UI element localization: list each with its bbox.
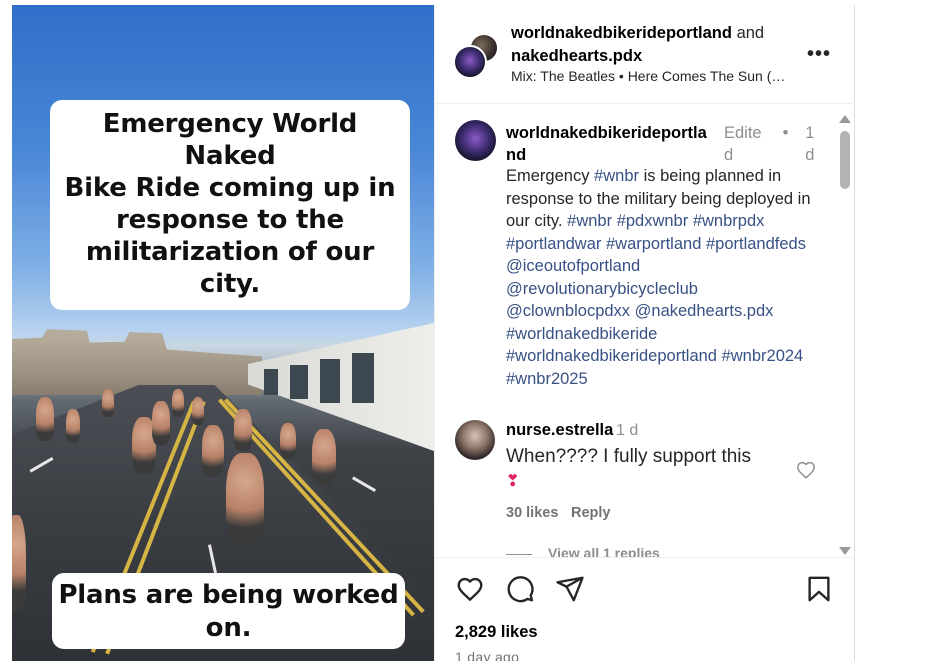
cyclist — [192, 397, 204, 425]
avatar[interactable] — [455, 420, 495, 460]
video-caption-bottom: Plans are being worked on. — [52, 573, 405, 649]
post-header: worldnakedbikerideportland and nakedhear… — [435, 5, 855, 104]
hashtag-link[interactable]: #wnbr — [567, 212, 612, 230]
comment-like-icon[interactable] — [795, 459, 817, 481]
avatar[interactable] — [453, 45, 487, 79]
mention-link[interactable]: @revolutionarybicycleclub — [506, 280, 698, 298]
comment-text: When???? I fully support this ❣ — [506, 446, 752, 490]
hashtag-link[interactable]: #wnbr2025 — [506, 370, 588, 388]
avatar[interactable] — [455, 120, 496, 161]
hashtag-link[interactable]: #pdxwnbr — [617, 212, 689, 230]
reply-button[interactable]: Reply — [571, 505, 611, 521]
coauthor-link[interactable]: nakedhearts.pdx — [511, 47, 642, 65]
post-side-panel: worldnakedbikerideportland and nakedhear… — [434, 5, 855, 661]
author-joiner: and — [736, 24, 765, 42]
share-icon[interactable] — [555, 574, 585, 604]
building-window — [352, 353, 374, 403]
building-window — [320, 359, 340, 403]
cyclist — [152, 401, 170, 445]
scroll-thumb[interactable] — [840, 131, 850, 189]
scroll-down-arrow-icon[interactable] — [839, 547, 851, 555]
comment-username[interactable]: nurse.estrella — [506, 421, 613, 440]
scroll-up-arrow-icon[interactable] — [839, 115, 851, 123]
caption-line: Plans are being worked — [58, 580, 399, 610]
more-options-button[interactable]: ••• — [807, 43, 831, 66]
cyclist — [226, 453, 264, 545]
cyclist — [280, 423, 296, 459]
hashtag-link[interactable]: #worldnakedbikerideportland — [506, 347, 717, 365]
lane-dash — [352, 476, 377, 492]
hashtag-link[interactable]: #wnbrpdx — [693, 212, 765, 230]
cyclist — [312, 429, 336, 485]
cyclist — [202, 425, 224, 477]
caption-line: Bike Ride coming up in — [64, 173, 396, 203]
heart-icon[interactable] — [455, 574, 485, 604]
caption-line: Emergency World Naked — [102, 109, 358, 171]
caption-line: on. — [205, 613, 252, 643]
username-line: worldnakedbikerideportla — [506, 124, 707, 142]
cyclist — [66, 409, 80, 443]
heart-exclamation-emoji: ❣ — [506, 473, 520, 490]
mention-link[interactable]: @nakedhearts.pdx — [635, 302, 774, 320]
hashtag-link[interactable]: #wnbr — [594, 167, 639, 185]
hashtag-link[interactable]: #worldnakedbikeride — [506, 325, 657, 343]
cyclist — [234, 409, 252, 451]
building-window — [290, 365, 308, 399]
replies-divider — [506, 553, 532, 555]
comments-section[interactable]: worldnakedbikerideportla nd Edite d • 1 … — [435, 105, 855, 557]
city-skyline — [12, 329, 262, 395]
comment-time[interactable]: 1 d — [616, 422, 638, 440]
post-time[interactable]: 1 day ago — [455, 649, 519, 661]
view-replies-button[interactable]: View all 1 replies — [506, 545, 660, 557]
collab-avatars[interactable] — [453, 33, 501, 81]
caption-line: response to the — [116, 205, 344, 235]
caption-meta: Edite d • 1 d — [724, 122, 814, 166]
cyclist — [172, 389, 184, 417]
audio-track-link[interactable]: Mix: The Beatles • Here Comes The Sun (… — [511, 68, 785, 84]
caption-username[interactable]: worldnakedbikerideportla nd — [506, 122, 716, 166]
bookmark-icon[interactable] — [804, 574, 834, 604]
more-horizontal-icon: ••• — [807, 43, 832, 65]
hashtag-link[interactable]: #portlandfeds — [706, 235, 806, 253]
comment-icon[interactable] — [505, 574, 535, 604]
comments-scrollbar[interactable] — [836, 113, 854, 557]
cyclist — [102, 389, 114, 417]
post-actions: 2,829 likes 1 day ago — [435, 557, 855, 661]
meta-dot: • — [782, 124, 789, 142]
cyclist — [36, 397, 54, 441]
hashtag-link[interactable]: #portlandwar — [506, 235, 601, 253]
edited-label: Edite d — [724, 124, 762, 164]
caption-time[interactable]: 1 d — [805, 122, 814, 166]
caption-line: militarization of our city. — [85, 237, 375, 299]
mention-link[interactable]: @clownblocpdxx — [506, 302, 630, 320]
caption-text: Emergency #wnbr is being planned in resp… — [506, 167, 811, 388]
hashtag-link[interactable]: #wnbr2024 — [722, 347, 804, 365]
post-authors: worldnakedbikerideportland and nakedhear… — [511, 22, 764, 68]
likes-count[interactable]: 2,829 likes — [455, 623, 538, 642]
author-link[interactable]: worldnakedbikerideportland — [511, 24, 732, 42]
username-line: nd — [506, 146, 527, 164]
mention-link[interactable]: @iceoutofportland — [506, 257, 640, 275]
comment-likes[interactable]: 30 likes — [506, 505, 558, 521]
video-caption-top: Emergency World Naked Bike Ride coming u… — [50, 100, 410, 310]
post-media[interactable]: Emergency World Naked Bike Ride coming u… — [12, 5, 434, 661]
building-window — [264, 369, 278, 395]
hashtag-link[interactable]: #warportland — [606, 235, 701, 253]
cyclist — [12, 515, 26, 611]
